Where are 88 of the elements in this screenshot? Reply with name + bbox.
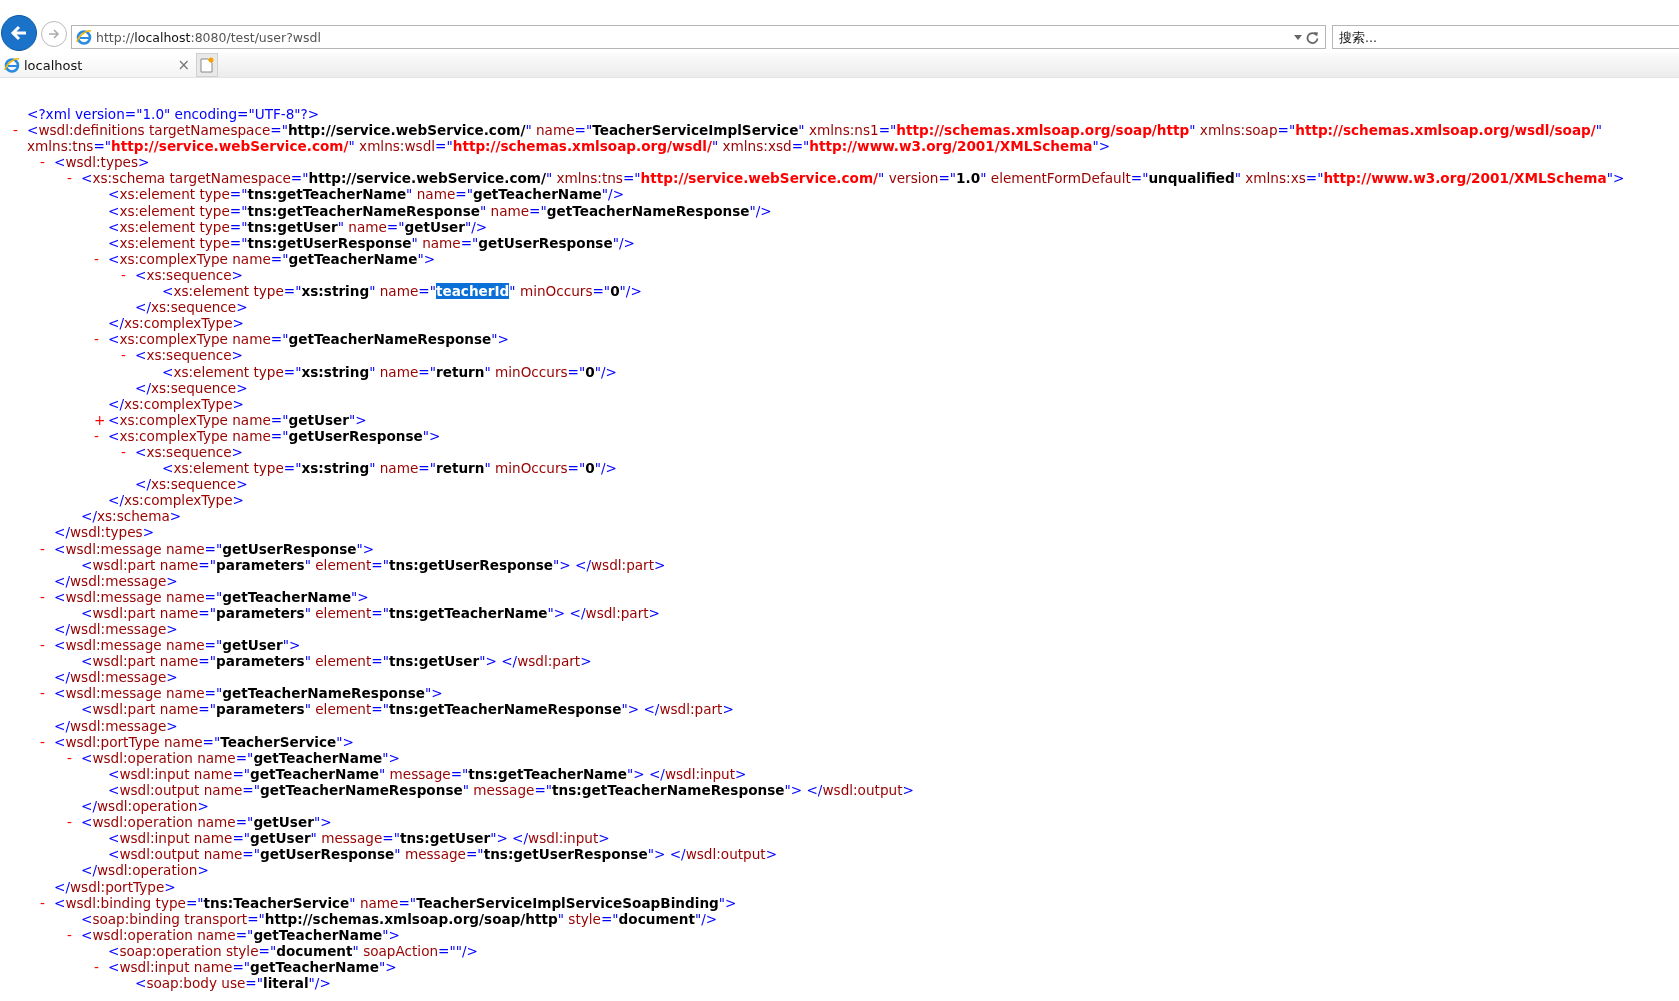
xml-line: <wsdl:operation name="getUser"> [81,814,332,831]
xml-line: <xs:sequence> [135,266,243,284]
tab-title: localhost [24,57,84,73]
xml-line: <?xml version="1.0" encoding="UTF-8"?> [27,106,320,123]
xml-line: <wsdl:part name="parameters" element="tns:getUserResponse"> </wsdl:part> [81,556,666,573]
new-page-icon [200,57,214,73]
collapse-toggle[interactable]: - [40,733,54,750]
collapse-toggle[interactable]: - [67,749,81,766]
xml-line: <soap:body use="literal"/> [135,975,331,992]
collapse-toggle[interactable]: - [94,250,108,267]
collapse-toggle[interactable]: - [121,266,135,284]
xml-line: <xs:element type="tns:getTeacherName" name="getTeacherName"/> [108,186,625,203]
xml-line: <xs:complexType name="getUserResponse"> [108,427,441,444]
collapse-toggle[interactable]: - [121,347,135,364]
refresh-icon[interactable] [1306,30,1319,44]
collapse-toggle[interactable]: - [67,170,81,187]
xml-line: <soap:operation style="document" soapAction=""/> [108,942,478,959]
xml-line: </wsdl:operation> [81,798,209,815]
xml-line: <xs:element type="xs:string" name="return" minOccurs="0"/> [162,363,617,380]
xml-line: <wsdl:part name="parameters" element="tns:getTeacherName"> </wsdl:part> [81,604,660,621]
right-arrow-icon [47,27,61,41]
xml-line: <wsdl:part name="parameters" element="tns:getTeacherNameResponse"> </wsdl:part> [81,701,734,718]
xml-line: <soap:binding transport="http://schemas.xmlsoap.org/soap/http" style="document"/> [81,910,718,927]
xml-line: <wsdl:part name="parameters" element="tns:getUser"> </wsdl:part> [81,653,592,670]
xml-line: </wsdl:message> [54,621,178,638]
collapse-toggle[interactable]: - [40,154,54,171]
xml-line: <wsdl:output name="getTeacherNameResponse" message="tns:getTeacherNameResponse"> </wsdl:output> [108,781,914,799]
xml-line: <xs:element type="xs:string" name="teacherId" minOccurs="0"/> [162,283,642,300]
e-logo-icon [76,29,92,45]
xml-line: </wsdl:message> [54,717,178,734]
collapse-toggle[interactable]: - [121,443,135,461]
xml-line: <wsdl:binding type="tns:TeacherService" name="TeacherServiceImplServiceSoapBinding"> [54,894,737,911]
close-button[interactable]: × [175,56,192,74]
xml-line: <wsdl:input name="getTeacherName"> [108,958,397,976]
collapse-toggle[interactable]: - [40,588,54,605]
xml-line: </wsdl:message> [54,572,178,589]
xml-line: <xs:element type="tns:getUserResponse" name="getUserResponse"/> [108,234,635,251]
xml-line: </xs:sequence> [135,379,248,396]
xml-line: </xs:schema> [81,508,182,525]
xml-line: <wsdl:operation name="getTeacherName"> [81,749,400,766]
collapse-toggle[interactable]: - [13,122,27,139]
xml-line: <xs:element type="tns:getUser" name="getUser"/> [108,218,488,235]
collapse-toggle[interactable]: - [40,540,54,557]
xml-line: <xs:complexType name="getTeacherName"> [108,250,436,267]
xml-line: <wsdl:definitions targetNamespace="http://service.webService.com/" name="TeacherServiceImplService" xmlns:ns1="http://schemas.xmlsoap.org/soap/http" xmlns:soap="http://schemas.xmlsoap.org/wsdl/soap/" [27,122,1602,139]
xml-line: <wsdl:input name="getTeacherName" message="tns:getTeacherName"> </wsdl:input> [108,765,747,782]
back-button[interactable] [1,15,37,51]
xml-line: <xs:sequence> [135,347,243,364]
browser-tab[interactable]: localhost × [0,53,196,77]
xml-line: <wsdl:input name="getUser" message="tns:getUser"> </wsdl:input> [108,830,610,847]
caret-icon[interactable] [1294,34,1302,40]
collapse-toggle[interactable]: - [94,331,108,348]
xml-line: </xs:complexType> [108,492,244,509]
xml-line: <wsdl:portType name="TeacherService"> [54,733,354,750]
xml-line: <wsdl:output name="getUserResponse" message="tns:getUserResponse"> </wsdl:output> [108,846,778,863]
xml-line: </wsdl:types> [54,524,154,541]
xml-line: <wsdl:message name="getTeacherName"> [54,588,369,605]
collapse-toggle[interactable]: - [40,685,54,702]
xml-line: <xs:complexType name="getUser"> [108,411,367,428]
xml-line: <wsdl:message name="getUser"> [54,637,301,654]
collapse-toggle[interactable]: - [94,427,108,444]
xml-line: <wsdl:message name="getTeacherNameResponse"> [54,685,443,702]
address-field[interactable]: http://localhost:8080/test/user?wsdl [71,25,1326,49]
collapse-toggle[interactable]: - [40,637,54,654]
left-arrow-icon [9,23,29,43]
xml-line: <xs:element type="xs:string" name="return" minOccurs="0"/> [162,460,617,477]
collapse-toggle[interactable]: - [40,894,54,911]
xml-line: <wsdl:message name="getUserResponse"> [54,540,375,557]
xml-line: </xs:complexType> [108,395,244,412]
xml-line: </wsdl:portType> [54,878,176,895]
collapse-toggle[interactable]: - [67,926,81,943]
xml-line: <xs:sequence> [135,443,243,461]
e-logo-icon [4,57,20,73]
collapse-toggle[interactable]: - [94,958,108,976]
collapse-toggle[interactable]: - [67,814,81,831]
xml-line: <xs:element type="tns:getTeacherNameResponse" name="getTeacherNameResponse"/> [108,202,772,219]
xml-line: </xs:sequence> [135,299,248,316]
xml-line: </wsdl:operation> [81,862,209,879]
xml-line: </xs:sequence> [135,476,248,493]
xml-line: <xs:schema targetNamespace="http://service.webService.com/" xmlns:tns="http://service.webService.com/" version="1.0" elementFormDefault="unqualified" xmlns:xs="http://www.w3.org/2001/XMLSchema"> [81,170,1625,187]
xml-line: <wsdl:operation name="getTeacherName"> [81,926,400,943]
search-field[interactable]: 搜索... [1332,25,1679,49]
xml-line: </wsdl:message> [54,669,178,686]
xml-line: <xs:complexType name="getTeacherNameResponse"> [108,331,509,348]
xml-line: xmlns:tns="http://service.webService.com/" xmlns:wsdl="http://schemas.xmlsoap.org/wsdl/" xmlns:xsd="http://www.w3.org/2001/XMLSchema"> [27,138,1111,155]
xml-line: </xs:complexType> [108,315,244,332]
collapse-toggle[interactable]: + [94,411,108,428]
xml-line: <wsdl:types> [54,154,150,171]
